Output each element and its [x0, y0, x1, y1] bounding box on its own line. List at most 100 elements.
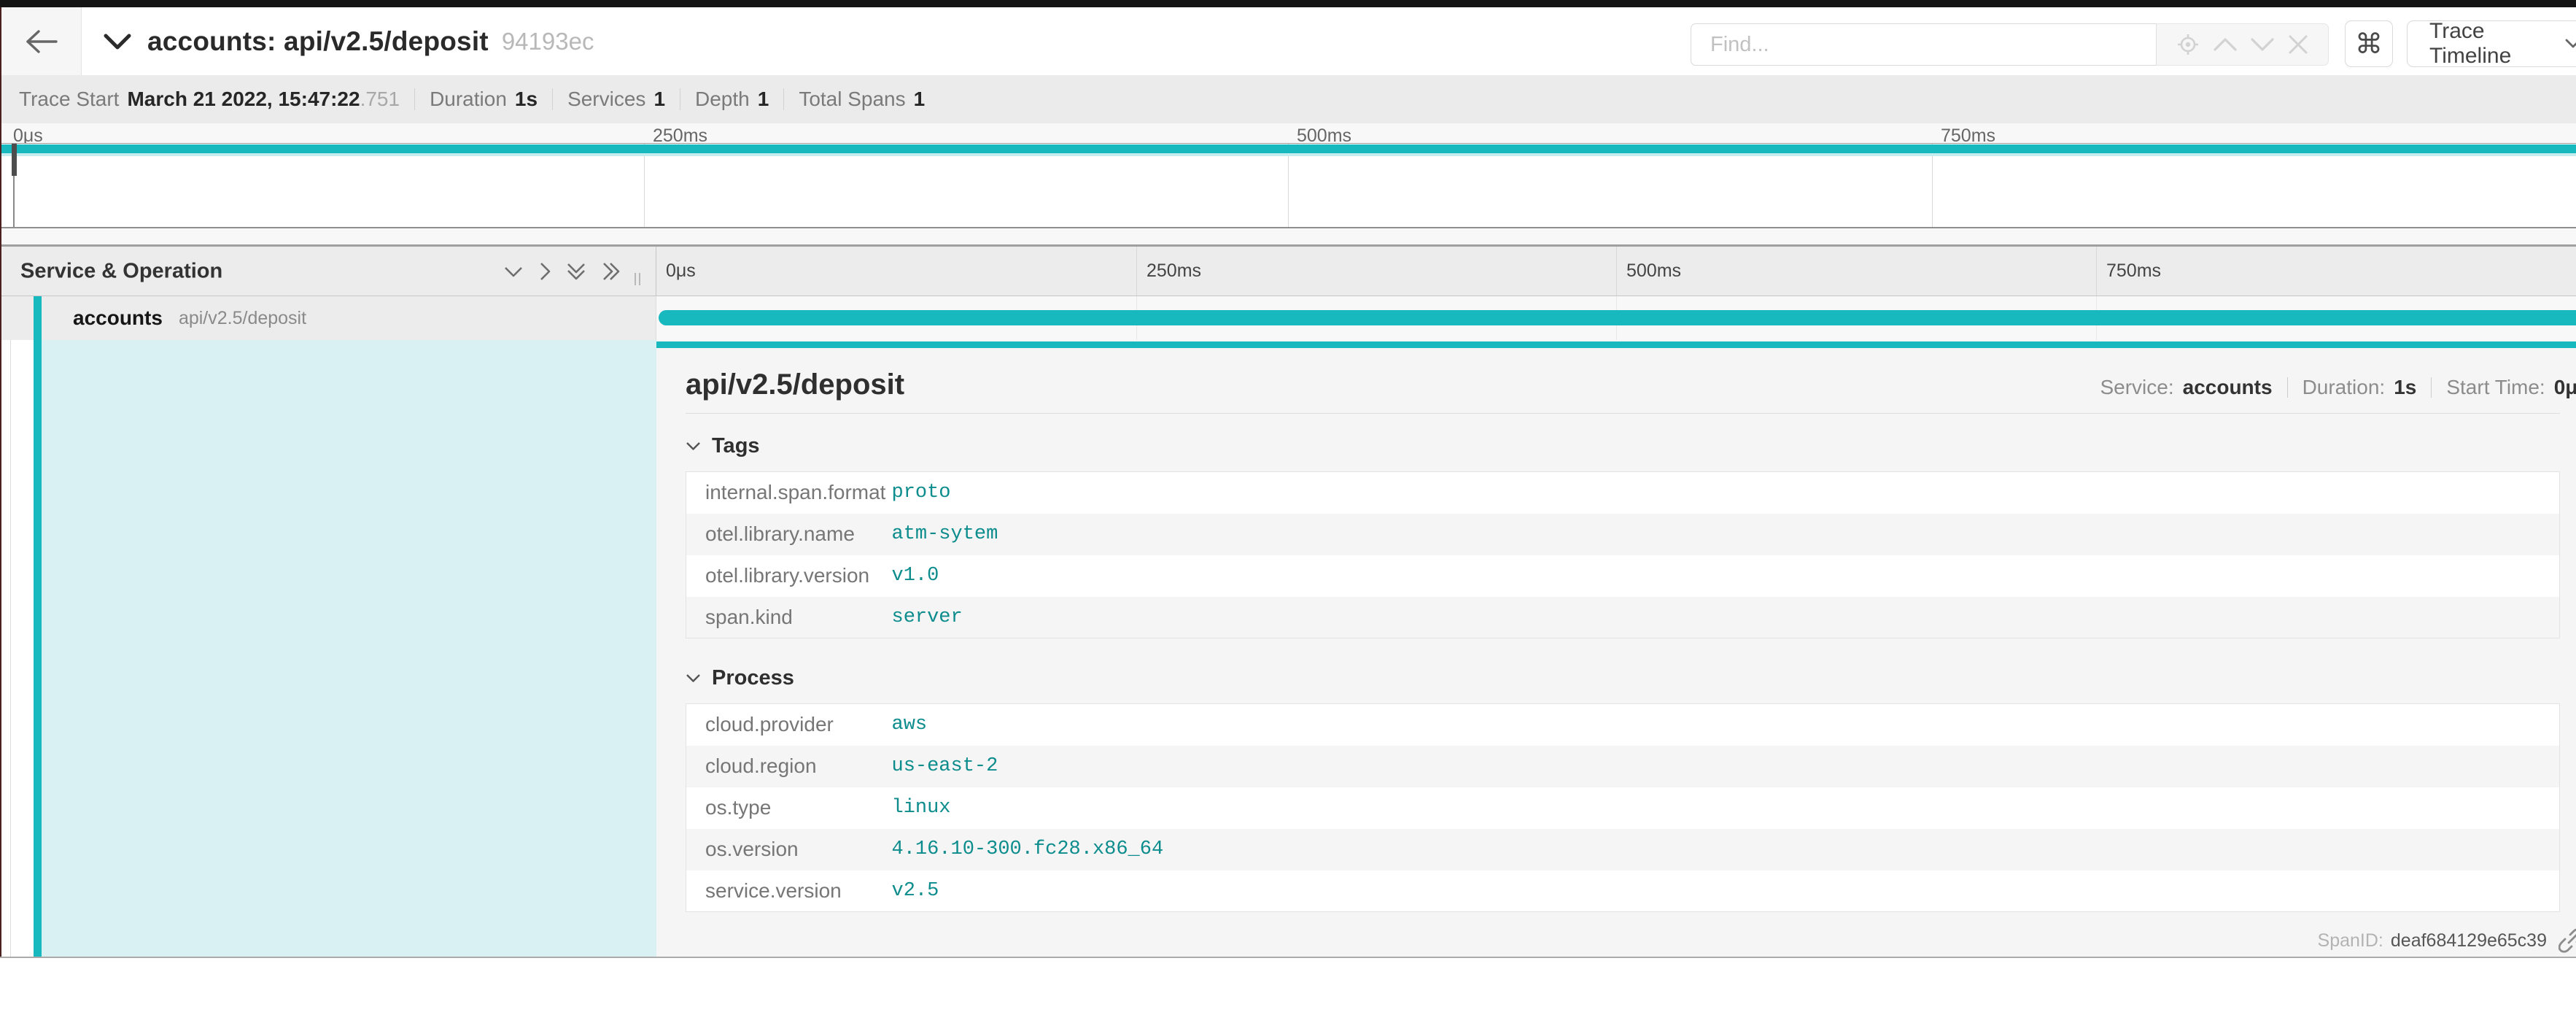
column-resize-grip[interactable]	[635, 273, 640, 285]
keyboard-shortcuts-button[interactable]: ⌘	[2345, 20, 2393, 67]
tag-key: span.kind	[686, 597, 892, 638]
minimap-left-scrubber[interactable]	[12, 144, 17, 176]
summary-separator	[552, 88, 553, 110]
tag-value: atm-sytem	[892, 514, 2560, 555]
process-value: linux	[892, 787, 2560, 829]
command-icon: ⌘	[2355, 28, 2383, 61]
span-tree-line	[10, 340, 11, 957]
table-row: service.version v2.5	[686, 870, 2560, 912]
minimap-gridline	[1932, 144, 1933, 227]
span-row-name-cell[interactable]: accounts api/v2.5/deposit	[0, 296, 656, 340]
timeline-tick: 250ms	[1136, 247, 1616, 296]
find-group	[1691, 23, 2329, 66]
locate-icon[interactable]	[2176, 33, 2200, 56]
jaeger-trace-page: accounts: api/v2.5/deposit 94193ec	[0, 0, 2576, 1023]
tags-section-title: Tags	[712, 434, 760, 458]
span-detail-content: api/v2.5/deposit Service: accounts Durat…	[686, 348, 2576, 957]
trace-view-selector-label: Trace Timeline	[2429, 19, 2553, 69]
table-row: os.version 4.16.10-300.fc28.x86_64	[686, 829, 2560, 870]
span-id-label: SpanID:	[2318, 930, 2383, 951]
trace-page-header: accounts: api/v2.5/deposit 94193ec	[0, 7, 2576, 75]
find-next-icon[interactable]	[2250, 37, 2275, 52]
tags-table: internal.span.format proto otel.library.…	[686, 471, 2560, 638]
process-section: Process cloud.provider aws cloud.region …	[686, 666, 2576, 912]
deep-link-icon[interactable]	[2558, 928, 2576, 953]
bottom-divider	[0, 957, 2576, 958]
span-duration-bar[interactable]	[659, 310, 2576, 325]
table-row: span.kind server	[686, 597, 2560, 638]
summary-total-spans: Total Spans 1	[799, 88, 925, 111]
collapse-trace-chevron-icon[interactable]	[104, 33, 131, 50]
span-row-label: accounts api/v2.5/deposit	[73, 296, 306, 340]
tags-section: Tags internal.span.format proto otel.lib…	[686, 434, 2576, 638]
find-input[interactable]	[1691, 23, 2156, 66]
title-divider	[686, 413, 2560, 414]
meta-separator	[2431, 377, 2432, 398]
tag-key: otel.library.version	[686, 555, 892, 597]
process-key: cloud.region	[686, 746, 892, 787]
process-section-header[interactable]: Process	[686, 666, 2576, 690]
collapse-all-icon[interactable]	[566, 261, 586, 282]
expand-one-icon[interactable]	[538, 261, 551, 282]
trace-id-short: 94193ec	[502, 28, 594, 55]
process-table: cloud.provider aws cloud.region us-east-…	[686, 703, 2560, 912]
clear-find-icon[interactable]	[2288, 34, 2308, 55]
table-row: cloud.provider aws	[686, 704, 2560, 746]
tag-key: internal.span.format	[686, 472, 892, 514]
minimap-gridline	[1288, 144, 1289, 227]
timeline-tick: 500ms	[1616, 247, 2096, 296]
meta-separator	[2287, 377, 2288, 398]
timeline-tick: 0μs	[656, 247, 1136, 296]
find-addon	[2156, 23, 2329, 66]
span-detail-title-row: api/v2.5/deposit Service: accounts Durat…	[686, 368, 2576, 401]
find-prev-icon[interactable]	[2213, 37, 2238, 52]
process-value: us-east-2	[892, 746, 2560, 787]
span-row[interactable]: accounts api/v2.5/deposit	[0, 296, 2576, 340]
span-color-bar	[34, 340, 42, 957]
minimap-viewport[interactable]	[0, 143, 2576, 228]
expand-all-icon[interactable]	[601, 261, 621, 282]
service-operation-header: Service & Operation	[20, 259, 222, 283]
span-service-name: accounts	[73, 306, 163, 330]
chevron-down-icon	[686, 673, 701, 683]
back-button[interactable]	[0, 7, 82, 75]
tag-value: server	[892, 597, 2560, 638]
tag-value: proto	[892, 472, 2560, 514]
timeline-tick: 750ms	[2096, 247, 2576, 296]
timeline-header-left: Service & Operation	[0, 247, 656, 296]
minimap-span-underline	[0, 153, 2576, 156]
process-key: service.version	[686, 870, 892, 912]
minimap-gridline	[644, 144, 645, 227]
span-detail-meta: Service: accounts Duration: 1s Start Tim…	[2100, 376, 2576, 399]
process-section-title: Process	[712, 666, 794, 690]
trace-view-selector[interactable]: Trace Timeline	[2407, 20, 2576, 67]
timeline-ticks-header: 0μs 250ms 500ms 750ms	[656, 247, 2576, 296]
process-value: aws	[892, 704, 2560, 746]
tag-value: v1.0	[892, 555, 2560, 597]
trace-minimap: 0μs 250ms 500ms 750ms	[0, 123, 2576, 247]
chevron-down-icon	[686, 441, 701, 451]
span-detail-title: api/v2.5/deposit	[686, 368, 904, 401]
process-key: cloud.provider	[686, 704, 892, 746]
table-row: os.type linux	[686, 787, 2560, 829]
chevron-down-icon	[2565, 39, 2576, 49]
span-color-bar	[34, 296, 42, 340]
span-row-timeline-cell[interactable]	[656, 296, 2576, 340]
process-key: os.version	[686, 829, 892, 870]
span-detail-panel: api/v2.5/deposit Service: accounts Durat…	[656, 340, 2576, 957]
table-row: cloud.region us-east-2	[686, 746, 2560, 787]
tags-section-header[interactable]: Tags	[686, 434, 2576, 458]
collapse-one-icon[interactable]	[503, 265, 524, 278]
window-left-edge	[0, 7, 1, 957]
summary-separator	[414, 88, 415, 110]
trace-title-wrap: accounts: api/v2.5/deposit 94193ec	[104, 7, 594, 75]
span-operation-name: api/v2.5/deposit	[179, 308, 306, 329]
process-value: 4.16.10-300.fc28.x86_64	[892, 829, 2560, 870]
table-row: otel.library.version v1.0	[686, 555, 2560, 597]
span-id-row: SpanID: deaf684129e65c39	[686, 928, 2576, 953]
table-row: internal.span.format proto	[686, 472, 2560, 514]
timeline-collapse-controls	[503, 247, 621, 296]
summary-duration: Duration 1s	[430, 88, 538, 111]
trace-title: accounts: api/v2.5/deposit	[147, 26, 489, 57]
summary-separator	[783, 88, 784, 110]
